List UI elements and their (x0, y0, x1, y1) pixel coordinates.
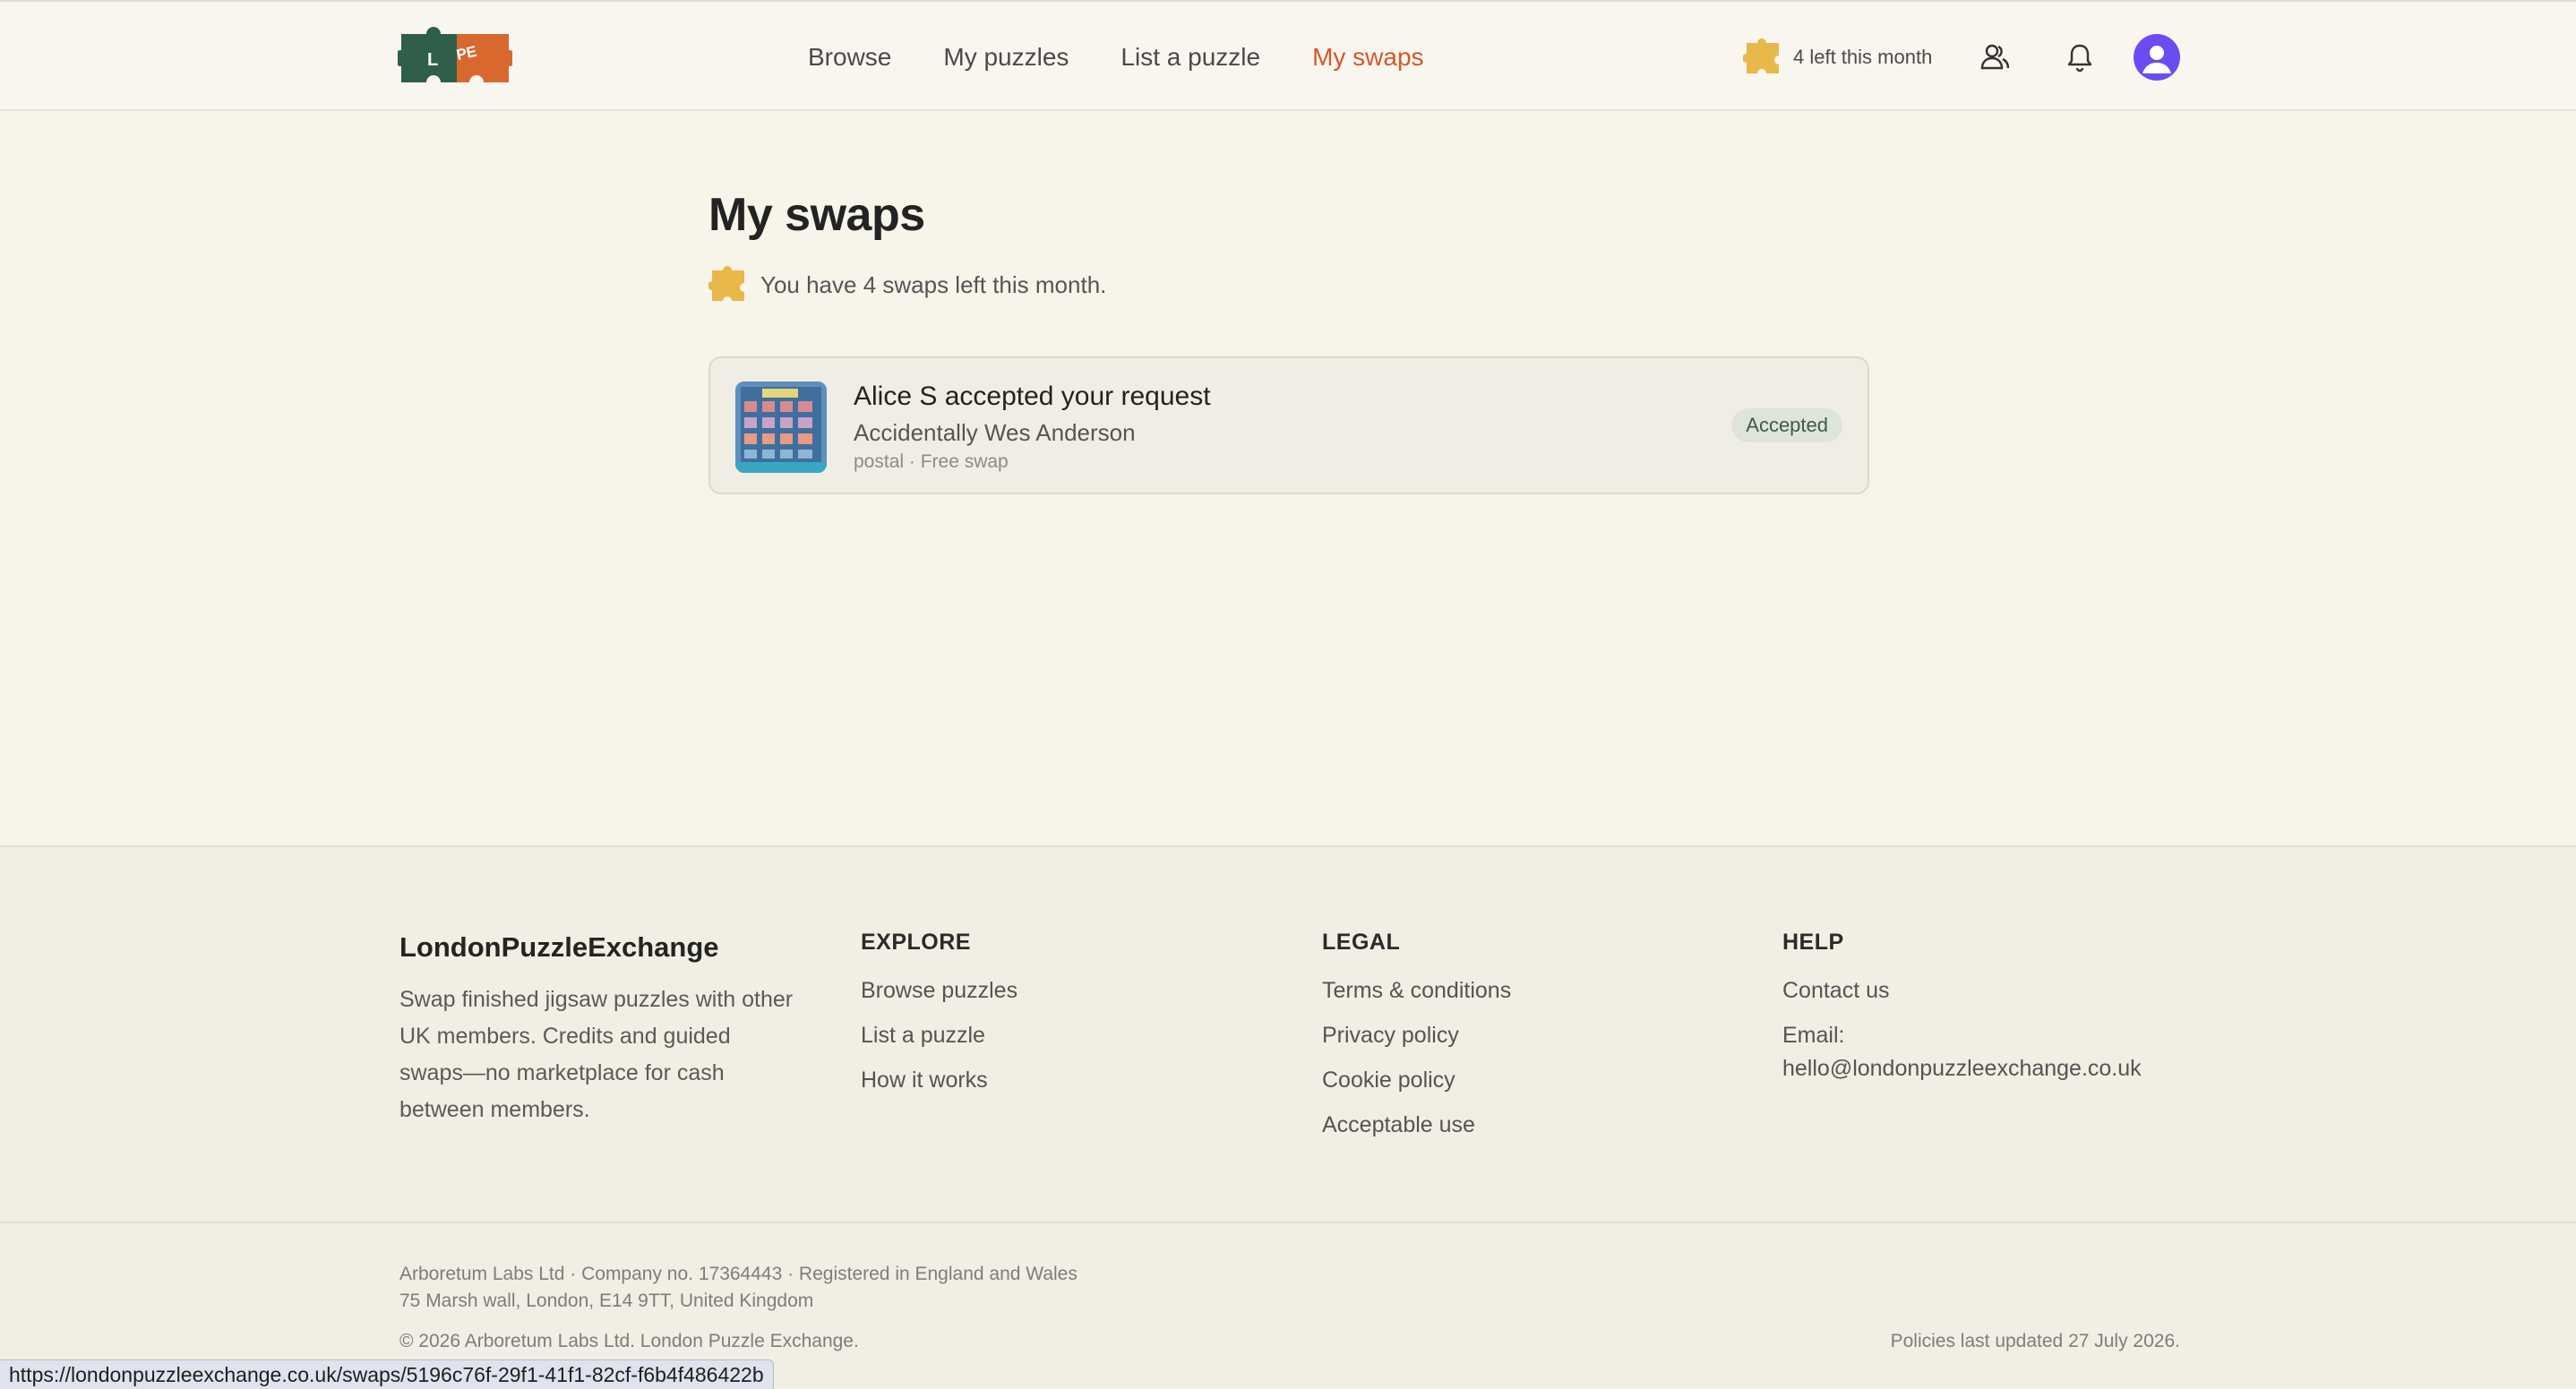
footer-legal: LEGAL Terms & conditions Privacy policy … (1322, 930, 1511, 1156)
credits-text: 4 left this month (1793, 46, 1933, 68)
footer-help-heading: HELP (1782, 930, 1844, 955)
avatar-icon[interactable] (2134, 34, 2180, 81)
footer-brand: LondonPuzzleExchange (399, 931, 719, 963)
site-footer: LondonPuzzleExchange Swap finished jigsa… (0, 845, 2576, 1388)
status-badge: Accepted (1731, 408, 1842, 442)
swap-title: Alice S accepted your request (854, 382, 1211, 411)
footer-link-cookies[interactable]: Cookie policy (1322, 1067, 1511, 1094)
swap-puzzle-name: Accidentally Wes Anderson (854, 419, 1136, 446)
footer-company-info: Arboretum Labs Ltd · Company no. 1736444… (399, 1261, 1078, 1315)
footer-company-line: Arboretum Labs Ltd · Company no. 1736444… (399, 1264, 1078, 1284)
footer-copyright: © 2026 Arboretum Labs Ltd. London Puzzle… (399, 1331, 859, 1351)
svg-text:L: L (427, 50, 438, 70)
footer-explore-heading: EXPLORE (861, 930, 971, 955)
footer-divider (0, 1222, 2576, 1223)
swap-meta: postal · Free swap (854, 451, 1009, 472)
footer-help: HELP Contact us Email: hello@londonpuzzl… (1782, 930, 2142, 1100)
site-logo[interactable]: L PE (393, 27, 517, 90)
main-nav: Browse My puzzles List a puzzle My swaps (808, 39, 1476, 75)
footer-link-terms[interactable]: Terms & conditions (1322, 977, 1511, 1005)
footer-policies-updated: Policies last updated 27 July 2026. (1890, 1331, 2180, 1351)
bell-icon[interactable] (2062, 39, 2098, 75)
credits-indicator: 4 left this month (1743, 38, 1932, 77)
footer-link-privacy[interactable]: Privacy policy (1322, 1022, 1511, 1050)
footer-link-how-it-works[interactable]: How it works (861, 1067, 1018, 1094)
nav-list-a-puzzle[interactable]: List a puzzle (1121, 39, 1260, 75)
nav-browse[interactable]: Browse (808, 39, 891, 75)
footer-link-contact[interactable]: Contact us (1782, 977, 2142, 1005)
puzzle-piece-icon (1743, 39, 1779, 73)
footer-email-link[interactable]: hello@londonpuzzleexchange.co.uk (1782, 1055, 2142, 1083)
footer-explore: EXPLORE Browse puzzles List a puzzle How… (861, 930, 1018, 1111)
page-title: My swaps (708, 189, 925, 241)
footer-address-line: 75 Marsh wall, London, E14 9TT, United K… (399, 1290, 814, 1311)
footer-link-list-a-puzzle[interactable]: List a puzzle (861, 1022, 1018, 1050)
footer-legal-heading: LEGAL (1322, 930, 1401, 955)
swaps-remaining-text: You have 4 swaps left this month. (760, 270, 1107, 298)
puzzle-thumbnail (735, 382, 827, 473)
site-header: L PE Browse My puzzles List a puzzle My … (0, 0, 2576, 111)
people-icon[interactable] (1978, 39, 2014, 75)
footer-description: Swap finished jigsaw puzzles with other … (399, 987, 794, 1122)
footer-link-acceptable-use[interactable]: Acceptable use (1322, 1111, 1511, 1139)
swaps-remaining: You have 4 swaps left this month. (708, 265, 1106, 304)
nav-my-swaps[interactable]: My swaps (1312, 39, 1423, 75)
nav-my-puzzles[interactable]: My puzzles (943, 39, 1069, 75)
footer-email-label: Email: (1782, 1023, 1845, 1048)
swap-card[interactable]: Alice S accepted your request Accidental… (708, 356, 1869, 494)
footer-link-browse-puzzles[interactable]: Browse puzzles (861, 977, 1018, 1005)
puzzle-logo-icon: L PE (393, 27, 517, 82)
browser-status-url: https://londonpuzzleexchange.co.uk/swaps… (0, 1359, 774, 1389)
puzzle-piece-icon (708, 266, 744, 301)
